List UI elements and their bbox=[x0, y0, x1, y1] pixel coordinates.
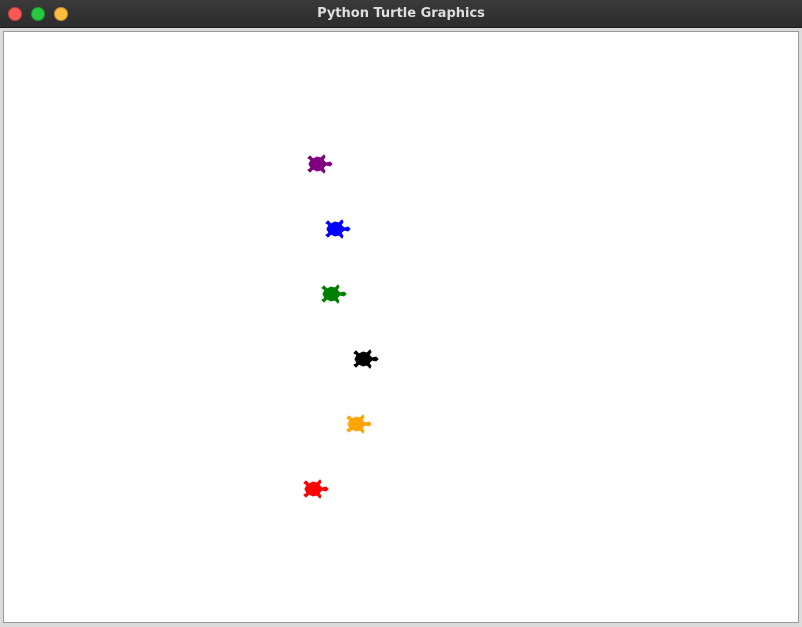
turtle-canvas[interactable] bbox=[3, 31, 799, 623]
close-button[interactable] bbox=[8, 7, 22, 21]
turtle-orange-icon bbox=[346, 414, 372, 434]
minimize-button[interactable] bbox=[54, 7, 68, 21]
window-title: Python Turtle Graphics bbox=[317, 6, 485, 21]
turtle-window: Python Turtle Graphics bbox=[0, 0, 802, 627]
turtle-purple-icon bbox=[307, 154, 333, 174]
turtle-blue-icon bbox=[325, 219, 351, 239]
maximize-button[interactable] bbox=[31, 7, 45, 21]
title-bar[interactable]: Python Turtle Graphics bbox=[0, 0, 802, 28]
turtle-black-icon bbox=[353, 349, 379, 369]
turtle-red-icon bbox=[303, 479, 329, 499]
turtle-drawing bbox=[303, 154, 379, 499]
turtle-green-icon bbox=[321, 284, 347, 304]
